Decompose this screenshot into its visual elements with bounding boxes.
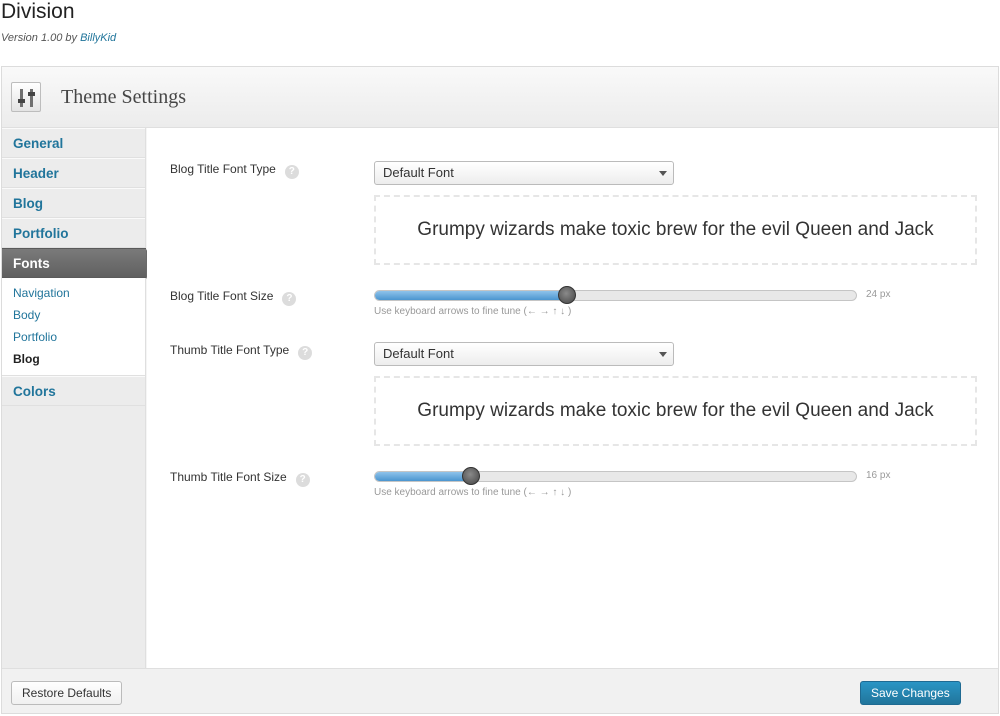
slider-fill	[375, 472, 472, 481]
panel-footer: Restore Defaults Save Changes	[2, 668, 998, 713]
thumb-font-type-label: Thumb Title Font Type?	[170, 343, 313, 360]
settings-panel: Theme Settings General Header Blog Portf…	[1, 66, 999, 714]
subnav-item-navigation[interactable]: Navigation	[2, 282, 145, 304]
blog-font-type-value: Default Font	[383, 165, 454, 180]
blog-font-preview: Grumpy wizards make toxic brew for the e…	[374, 195, 977, 265]
thumb-font-type-select[interactable]: Default Font	[374, 342, 674, 366]
sliders-icon	[11, 82, 41, 112]
save-changes-button[interactable]: Save Changes	[860, 681, 961, 705]
sidebar-item-fonts[interactable]: Fonts	[2, 248, 155, 279]
blog-font-size-value: 24 px	[866, 289, 891, 300]
fonts-subnav: Navigation Body Portfolio Blog	[2, 278, 145, 376]
sidebar-nav: General Header Blog Portfolio Fonts Navi…	[2, 128, 155, 668]
help-icon[interactable]: ?	[298, 346, 313, 360]
panel-title: Theme Settings	[61, 86, 186, 108]
thumb-slider-hint: Use keyboard arrows to fine tune (← → ↑ …	[374, 487, 572, 498]
restore-defaults-button[interactable]: Restore Defaults	[11, 681, 123, 705]
blog-font-size-label: Blog Title Font Size?	[170, 289, 297, 306]
thumb-font-size-label: Thumb Title Font Size?	[170, 470, 310, 487]
theme-version: Version 1.00 by BillyKid	[1, 32, 116, 44]
thumb-font-type-value: Default Font	[383, 346, 454, 361]
blog-font-size-slider[interactable]	[374, 286, 857, 304]
help-icon[interactable]: ?	[284, 165, 299, 179]
thumb-font-type-label-text: Thumb Title Font Type	[170, 343, 290, 357]
subnav-item-portfolio[interactable]: Portfolio	[2, 326, 145, 348]
slider-handle[interactable]	[462, 467, 481, 485]
thumb-font-preview: Grumpy wizards make toxic brew for the e…	[374, 376, 977, 446]
help-icon[interactable]: ?	[282, 292, 297, 306]
version-text: Version 1.00 by	[1, 32, 78, 44]
theme-name: Division	[1, 0, 75, 23]
chevron-down-icon	[659, 352, 667, 357]
sidebar-item-blog[interactable]: Blog	[2, 188, 145, 218]
chevron-down-icon	[659, 171, 667, 176]
blog-font-type-label: Blog Title Font Type?	[170, 162, 299, 179]
panel-header: Theme Settings	[2, 67, 998, 128]
slider-handle[interactable]	[558, 286, 577, 304]
slider-fill	[375, 291, 568, 300]
sidebar-item-portfolio[interactable]: Portfolio	[2, 218, 145, 248]
sidebar-item-colors[interactable]: Colors	[2, 376, 145, 406]
sidebar-item-header[interactable]: Header	[2, 158, 145, 188]
thumb-font-size-label-text: Thumb Title Font Size	[170, 470, 287, 484]
settings-content: Blog Title Font Type? Default Font Grump…	[147, 128, 998, 668]
help-icon[interactable]: ?	[295, 473, 310, 487]
subnav-item-blog[interactable]: Blog	[2, 348, 145, 370]
thumb-font-size-slider[interactable]	[374, 467, 857, 485]
subnav-item-body[interactable]: Body	[2, 304, 145, 326]
author-link[interactable]: BillyKid	[80, 32, 116, 44]
blog-font-type-label-text: Blog Title Font Type	[170, 162, 276, 176]
blog-font-size-label-text: Blog Title Font Size	[170, 289, 274, 303]
thumb-font-size-value: 16 px	[866, 470, 891, 481]
blog-font-type-select[interactable]: Default Font	[374, 161, 674, 185]
sidebar-item-general[interactable]: General	[2, 128, 145, 158]
blog-slider-hint: Use keyboard arrows to fine tune (← → ↑ …	[374, 306, 572, 317]
